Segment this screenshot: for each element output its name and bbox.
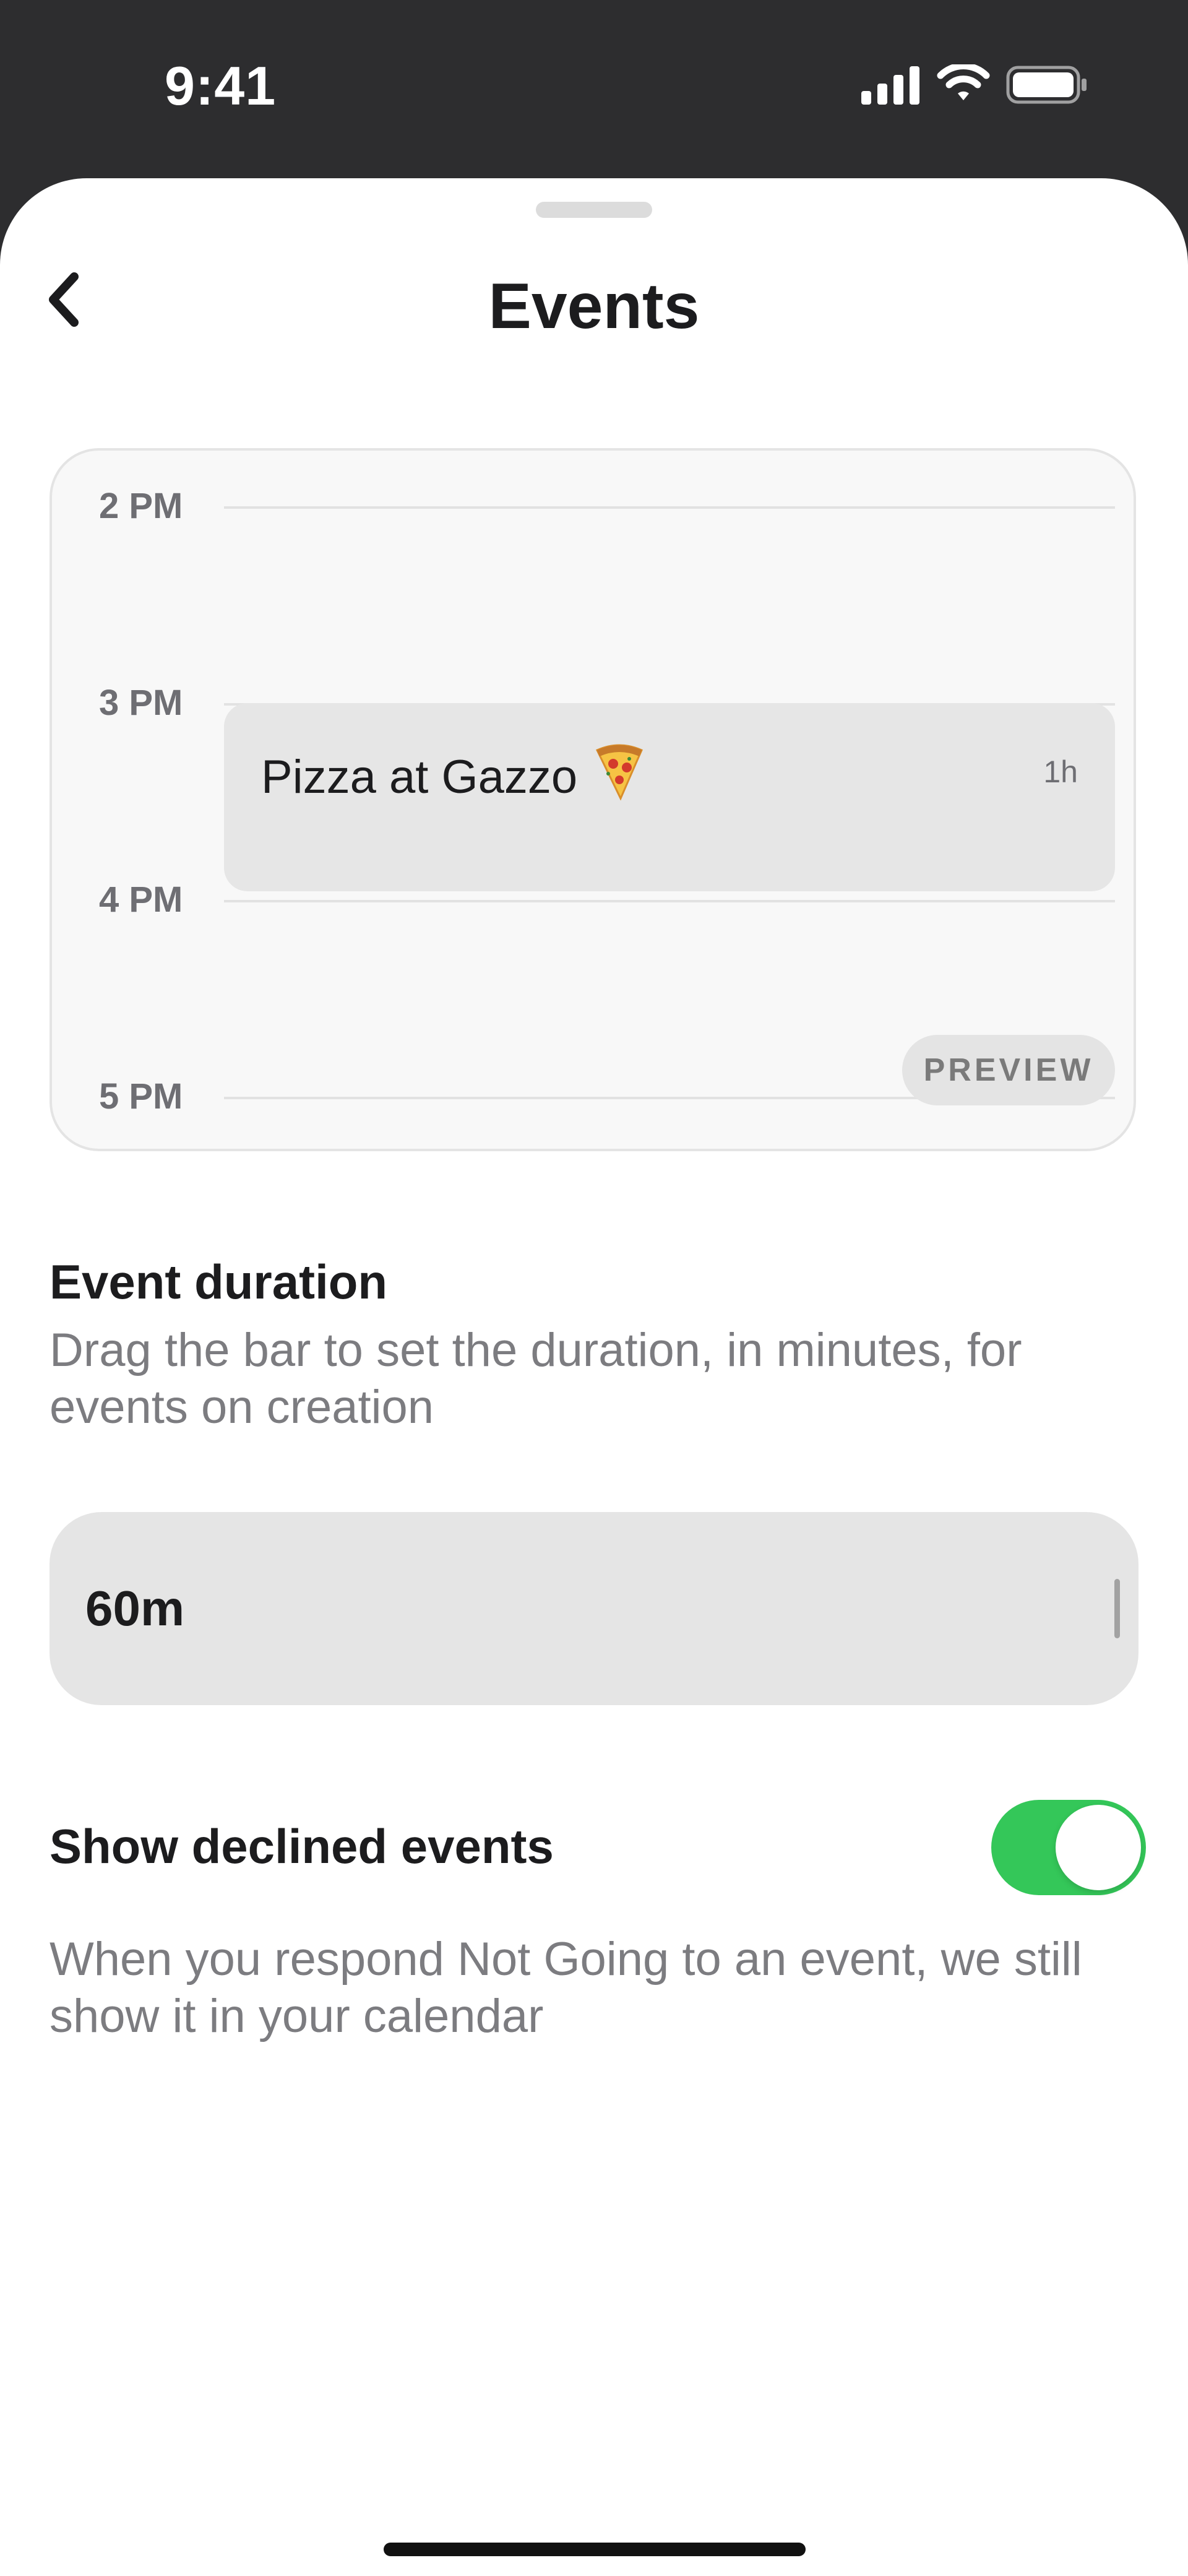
hour-line (224, 900, 1115, 902)
cellular-signal-icon (861, 65, 921, 108)
status-icons (861, 63, 1088, 108)
declined-events-heading: Show declined events (50, 1819, 554, 1874)
toggle-knob (1056, 1805, 1141, 1890)
event-duration-heading: Event duration (50, 1255, 388, 1309)
event-duration-description: Drag the bar to set the duration, in min… (50, 1324, 1022, 1433)
hour-line (224, 506, 1115, 509)
status-bar: 9:41 (0, 0, 1188, 178)
preview-badge: PREVIEW (902, 1035, 1115, 1105)
pizza-icon (593, 741, 645, 812)
duration-slider[interactable]: 60m (50, 1512, 1138, 1705)
event-title-row: Pizza at Gazzo (261, 741, 645, 812)
battery-icon (1006, 65, 1088, 108)
sheet-grabber[interactable] (536, 202, 652, 218)
time-label-3pm: 3 PM (99, 683, 183, 723)
home-indicator (384, 2543, 806, 2556)
status-time: 9:41 (165, 55, 277, 116)
time-label-5pm: 5 PM (99, 1076, 183, 1117)
settings-sheet: Events 2 PM 3 PM 4 PM 5 PM Pizza at Gazz… (0, 178, 1188, 2576)
time-label-4pm: 4 PM (99, 880, 183, 920)
calendar-preview: 2 PM 3 PM 4 PM 5 PM Pizza at Gazzo 1h PR… (50, 448, 1136, 1151)
declined-events-toggle[interactable] (991, 1800, 1146, 1895)
time-label-2pm: 2 PM (99, 486, 183, 526)
page-title: Events (488, 270, 700, 342)
duration-value: 60m (85, 1581, 185, 1636)
event-length: 1h (1043, 754, 1078, 789)
declined-events-description: When you respond Not Going to an event, … (50, 1933, 1082, 2042)
event-title: Pizza at Gazzo (261, 750, 578, 803)
wifi-icon (936, 63, 991, 108)
event-block[interactable]: Pizza at Gazzo 1h (224, 703, 1115, 891)
duration-drag-handle[interactable] (1114, 1579, 1120, 1638)
